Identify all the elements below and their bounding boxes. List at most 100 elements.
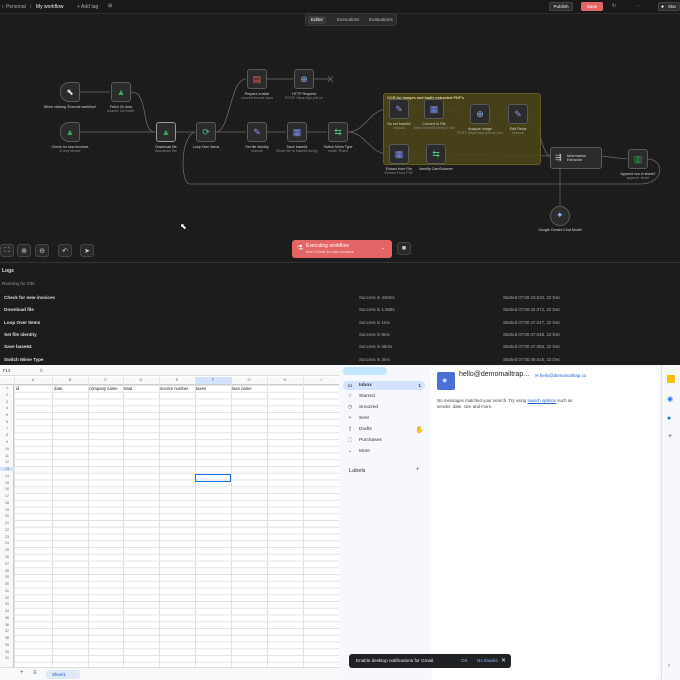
node-extract-from-file[interactable]: ▦ (389, 144, 409, 164)
tab-editor[interactable]: Editor (308, 16, 327, 24)
node-identify-camscanner[interactable]: ⇆ (426, 144, 446, 164)
row-number[interactable]: 10 (0, 447, 14, 451)
row-number[interactable]: 13 (0, 467, 14, 472)
sheet-tab[interactable]: Sheet1 (46, 670, 80, 679)
node-set-file-identity[interactable]: ✎ (247, 122, 267, 142)
keep-icon[interactable] (667, 375, 675, 383)
archive-icon[interactable]: ⊞ (108, 3, 112, 9)
tab-executions[interactable]: Executions (334, 16, 362, 24)
row-number[interactable]: 39 (0, 643, 14, 647)
row-number[interactable]: 17 (0, 494, 14, 498)
header-taxes[interactable]: taxes (196, 386, 206, 391)
log-row[interactable]: Download file Success in 1.569s Started 07… (0, 304, 680, 316)
row-number[interactable]: 30 (0, 582, 14, 586)
tab-evaluations[interactable]: Evaluations (366, 16, 396, 24)
row-number[interactable]: 1 (0, 386, 14, 390)
zoom-out-icon[interactable]: ⊖ (35, 244, 49, 257)
node-download-file[interactable]: ▲ (156, 122, 176, 142)
node-save-base64[interactable]: ▦ (287, 122, 307, 142)
row-number[interactable]: 24 (0, 541, 14, 545)
row-number[interactable]: 14 (0, 474, 14, 478)
row-number[interactable]: 23 (0, 535, 14, 539)
row-number[interactable]: 2 (0, 393, 14, 397)
node-switch-mime[interactable]: ⇆ (328, 122, 348, 142)
close-icon[interactable]: ✕ (501, 657, 506, 664)
row-number[interactable]: 21 (0, 521, 14, 525)
row-number[interactable]: 11 (0, 454, 14, 458)
executing-banner[interactable]: ⚗ Executing workflow from Check for new … (292, 240, 392, 258)
contacts-icon[interactable]: ● (667, 415, 671, 422)
header-company-name[interactable]: company name (89, 386, 118, 391)
row-number[interactable]: 34 (0, 609, 14, 613)
selected-cell[interactable] (195, 474, 231, 482)
row-number[interactable]: 20 (0, 514, 14, 518)
column-header[interactable]: H (267, 377, 303, 385)
add-sheet-icon[interactable]: + (20, 670, 24, 676)
undo-icon[interactable]: ↶ (58, 244, 72, 257)
node-http-request[interactable]: ⊕ (294, 69, 314, 89)
workflow-name[interactable]: My workflow (36, 4, 64, 10)
pointer-icon[interactable]: ➤ (80, 244, 94, 257)
row-number[interactable]: 25 (0, 548, 14, 552)
node-convert-to-file[interactable]: ▦ (424, 99, 444, 119)
row-number[interactable]: 29 (0, 575, 14, 579)
row-number[interactable]: 18 (0, 501, 14, 505)
account-email-link[interactable]: ✉ hello@demomailtrap.co (535, 373, 586, 379)
row-number[interactable]: 33 (0, 602, 14, 606)
workflow-canvas[interactable]: OCR for images and badly extracted PDF's… (0, 26, 680, 262)
row-number[interactable]: 28 (0, 569, 14, 573)
header-date[interactable]: date (54, 386, 62, 391)
log-row[interactable]: Switch Mime Type Success in 3ms Started 07… (0, 354, 680, 365)
stop-button[interactable]: ■ (397, 242, 411, 255)
header-invoice-number[interactable]: invoice number (160, 386, 188, 391)
row-number[interactable]: 8 (0, 433, 14, 437)
log-row[interactable]: Check for new invoices Success in 440ms St… (0, 292, 680, 304)
column-header[interactable]: E (159, 377, 195, 385)
cell-grid[interactable] (0, 385, 339, 667)
column-header[interactable]: I (303, 377, 339, 385)
row-number[interactable]: 37 (0, 629, 14, 633)
row-number[interactable]: 40 (0, 650, 14, 654)
node-manual-trigger[interactable]: ⬉ (60, 82, 80, 102)
log-row[interactable]: Save base64 Success in 55ms Started 07:00:… (0, 341, 680, 353)
node-fetch-docs[interactable]: ▲ (111, 82, 131, 102)
header-loan-name[interactable]: loan name (232, 386, 252, 391)
node-analyze-image[interactable]: ⊕ (470, 104, 490, 124)
log-row[interactable]: Set file identity Success in 8ms Started 0… (0, 329, 680, 341)
github-star-button[interactable]: ● Star (658, 2, 680, 11)
save-button[interactable]: Save (581, 2, 603, 11)
back-chevron-icon[interactable]: ‹ (2, 4, 4, 10)
column-header[interactable]: A (14, 377, 52, 385)
row-number[interactable]: 22 (0, 528, 14, 532)
tasks-icon[interactable]: ◉ (667, 395, 673, 403)
node-prepare-table[interactable]: ▤ (247, 69, 267, 89)
add-tag-link[interactable]: + Add tag (77, 4, 98, 10)
zoom-in-icon[interactable]: ⊕ (17, 244, 31, 257)
nav-inbox[interactable]: ▭ Inbox 1 (343, 381, 425, 390)
column-header[interactable]: C (88, 377, 123, 385)
history-icon[interactable]: ↻ (612, 3, 616, 9)
column-header[interactable]: F (195, 377, 231, 385)
column-header[interactable]: D (123, 377, 159, 385)
all-sheets-icon[interactable]: ≡ (33, 670, 37, 676)
row-number[interactable]: 12 (0, 460, 14, 464)
node-append-row[interactable]: ▥ (628, 149, 648, 169)
node-edit-fields[interactable]: ✎ (508, 104, 528, 124)
fit-view-icon[interactable]: ⛶ (0, 244, 14, 257)
snackbar-no-thanks[interactable]: No thanks (477, 658, 498, 663)
nav-sent[interactable]: ➢ Sent (347, 415, 369, 421)
row-number[interactable]: 36 (0, 623, 14, 627)
row-number[interactable]: 19 (0, 508, 14, 512)
cell-reference[interactable]: F13 (3, 368, 10, 373)
more-icon[interactable]: ⋯ (636, 3, 641, 9)
nav-snoozed[interactable]: ◷ Snoozed (347, 404, 378, 410)
expand-icon[interactable]: › (668, 663, 670, 669)
node-gemini-model[interactable]: ✦ (550, 206, 570, 226)
row-number[interactable]: 31 (0, 589, 14, 593)
search-options-link[interactable]: search options (528, 398, 557, 403)
header-total[interactable]: total (124, 386, 132, 391)
log-row[interactable]: Loop Over Items Success in 1ms Started 07:… (0, 317, 680, 329)
column-header[interactable]: G (231, 377, 267, 385)
add-label-icon[interactable]: + (416, 467, 420, 473)
row-number[interactable]: 6 (0, 420, 14, 424)
